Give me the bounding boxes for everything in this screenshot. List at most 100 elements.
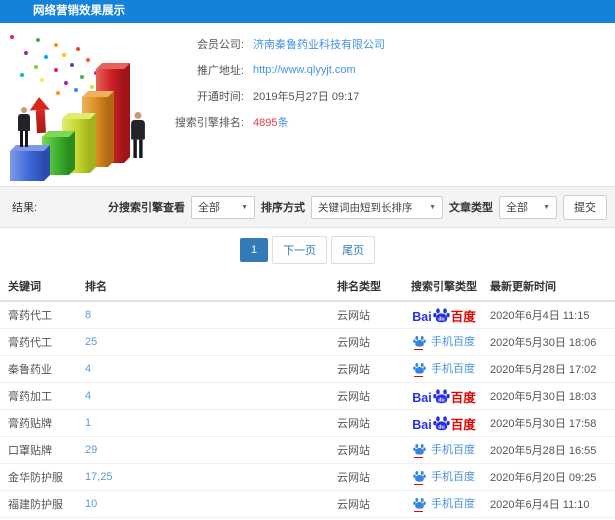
table-row: 金华防护服 17,25 云网站 手机百度 2020年6月20日 09:25 (0, 464, 615, 491)
mobile-baidu-paw-icon (413, 470, 426, 482)
header-keyword: 关键词 (8, 281, 41, 293)
baidu-logo: Bai du 百度 (412, 388, 476, 405)
rank-type-cell: 云网站 (337, 499, 370, 511)
member-company-link[interactable]: 济南秦鲁药业科技有限公司 (253, 36, 385, 52)
sort-order-value: 关键词由短到长排序 (318, 201, 413, 214)
mobile-baidu-label: 手机百度 (431, 362, 475, 375)
opened-time-value: 2019年5月27日 09:17 (253, 91, 360, 103)
baidu-paw-icon: du (433, 388, 450, 403)
rank-type-cell: 云网站 (337, 391, 370, 403)
keyword-cell: 口罩贴牌 (8, 445, 52, 457)
updated-cell: 2020年6月4日 11:10 (490, 499, 590, 511)
baidu-logo-cn: 百度 (450, 391, 476, 405)
mobile-baidu-paw-icon (413, 362, 426, 374)
keyword-cell: 膏药加工 (8, 391, 52, 403)
last-page-button[interactable]: 尾页 (331, 236, 376, 264)
updated-cell: 2020年6月4日 11:15 (490, 310, 590, 322)
rankings-table: 关键词 排名 排名类型 搜索引擎类型 最新更新时间 膏药代工 8 云网站 Bai… (0, 272, 615, 520)
rank-type-cell: 云网站 (337, 337, 370, 349)
page-title: 网络营销效果展示 (33, 5, 125, 17)
rank-link[interactable]: 8 (85, 309, 91, 321)
svg-text:du: du (438, 316, 444, 322)
header-engine-type: 搜索引擎类型 (411, 281, 477, 293)
article-type-select[interactable]: 全部 ▼ (499, 195, 557, 219)
table-row: 秦鲁药业 4 云网站 手机百度 2020年5月28日 17:02 (0, 356, 615, 383)
promo-url-link[interactable]: http://www.qlyyjt.com (253, 64, 356, 76)
growth-arrow-icon (29, 96, 51, 134)
rank-link[interactable]: 25 (85, 336, 97, 348)
baidu-paw-icon: du (433, 415, 450, 430)
table-row: 口罩贴牌 29 云网站 手机百度 2020年5月28日 16:55 (0, 437, 615, 464)
mobile-baidu-label: 手机百度 (431, 443, 475, 456)
rank-type-cell: 云网站 (337, 472, 370, 484)
mobile-baidu-logo: 手机百度 (413, 470, 475, 485)
updated-cell: 2020年5月30日 18:06 (490, 337, 597, 349)
rank-link[interactable]: 17,25 (85, 471, 113, 483)
mobile-baidu-logo: 手机百度 (413, 362, 475, 377)
svg-text:du: du (438, 424, 444, 430)
header-updated: 最新更新时间 (490, 281, 556, 293)
updated-cell: 2020年5月28日 16:55 (490, 445, 597, 457)
caret-down-icon: ▼ (241, 203, 248, 211)
rank-count-unit: 条 (277, 117, 289, 129)
updated-cell: 2020年5月30日 18:03 (490, 391, 597, 403)
baidu-logo: Bai du 百度 (412, 415, 476, 432)
promo-url-row: 推广地址: http://www.qlyyjt.com (0, 62, 615, 78)
submit-button[interactable]: 提交 (563, 194, 607, 220)
table-row: 膏药贴牌 1 云网站 Bai du 百度 2020年5月30日 17:58 (0, 410, 615, 437)
keyword-cell: 膏药代工 (8, 337, 52, 349)
pagination: 1 下一页 尾页 (0, 228, 615, 272)
marketing-report-page: 网络营销效果展示 会员公司: 济南秦鲁药业科技有限公司 推广地址: http:/… (0, 0, 615, 520)
titlebar: 网络营销效果展示 (0, 0, 615, 23)
rank-link[interactable]: 4 (85, 363, 91, 375)
mobile-baidu-paw-icon (413, 443, 426, 455)
baidu-logo-cn: 百度 (450, 418, 476, 432)
caret-down-icon: ▼ (429, 203, 436, 211)
rank-type-cell: 云网站 (337, 310, 370, 322)
article-type-label: 文章类型 (449, 202, 493, 214)
rank-type-cell: 云网站 (337, 418, 370, 430)
sort-label: 排序方式 (261, 202, 305, 214)
company-info-section: 会员公司: 济南秦鲁药业科技有限公司 推广地址: http://www.qlyy… (0, 23, 615, 186)
mobile-baidu-label: 手机百度 (431, 470, 475, 483)
keyword-cell: 膏药贴牌 (8, 418, 52, 430)
header-rank: 排名 (85, 281, 107, 293)
rank-link[interactable]: 29 (85, 444, 97, 456)
rank-count-value: 4895 (253, 117, 278, 129)
next-page-button[interactable]: 下一页 (272, 236, 328, 264)
rank-type-cell: 云网站 (337, 364, 370, 376)
filter-controls: 分搜索引擎查看 全部 ▼ 排序方式 关键词由短到长排序 ▼ 文章类型 全部 ▼ … (108, 194, 607, 220)
table-row: 膏药代工 25 云网站 手机百度 2020年5月30日 18:06 (0, 329, 615, 356)
rank-link[interactable]: 1 (85, 417, 91, 429)
header-rank-type: 排名类型 (337, 281, 381, 293)
keyword-cell: 秦鲁药业 (8, 364, 52, 376)
article-type-value: 全部 (506, 202, 528, 214)
results-section-label: 结果: (12, 202, 38, 214)
rank-link[interactable]: 4 (85, 390, 91, 402)
engine-view-label: 分搜索引擎查看 (108, 202, 185, 214)
baidu-logo-bai: Bai (412, 391, 432, 405)
svg-text:du: du (438, 397, 444, 403)
rank-type-cell: 云网站 (337, 445, 370, 457)
caret-down-icon: ▼ (543, 203, 550, 211)
rank-link[interactable]: 10 (85, 498, 97, 510)
baidu-logo-bai: Bai (412, 418, 432, 432)
mobile-baidu-logo: 手机百度 (413, 335, 475, 350)
member-company-row: 会员公司: 济南秦鲁药业科技有限公司 (0, 36, 615, 52)
chart-bar-blue (10, 151, 44, 181)
updated-cell: 2020年5月30日 17:58 (490, 418, 597, 430)
engine-filter-select[interactable]: 全部 ▼ (191, 195, 255, 219)
businessman-figure-left (18, 107, 30, 147)
baidu-logo-bai: Bai (412, 310, 432, 324)
keyword-cell: 金华防护服 (8, 472, 63, 484)
mobile-baidu-logo: 手机百度 (413, 443, 475, 458)
mobile-baidu-paw-icon (413, 335, 426, 347)
page-1-button[interactable]: 1 (239, 238, 269, 262)
keyword-cell: 膏药代工 (8, 310, 52, 322)
baidu-paw-icon: du (433, 307, 450, 322)
sort-order-select[interactable]: 关键词由短到长排序 ▼ (311, 195, 443, 219)
baidu-logo-cn: 百度 (450, 310, 476, 324)
mobile-baidu-logo: 手机百度 (413, 497, 475, 512)
table-header-row: 关键词 排名 排名类型 搜索引擎类型 最新更新时间 (0, 272, 615, 302)
businessman-figure-right (131, 112, 145, 158)
